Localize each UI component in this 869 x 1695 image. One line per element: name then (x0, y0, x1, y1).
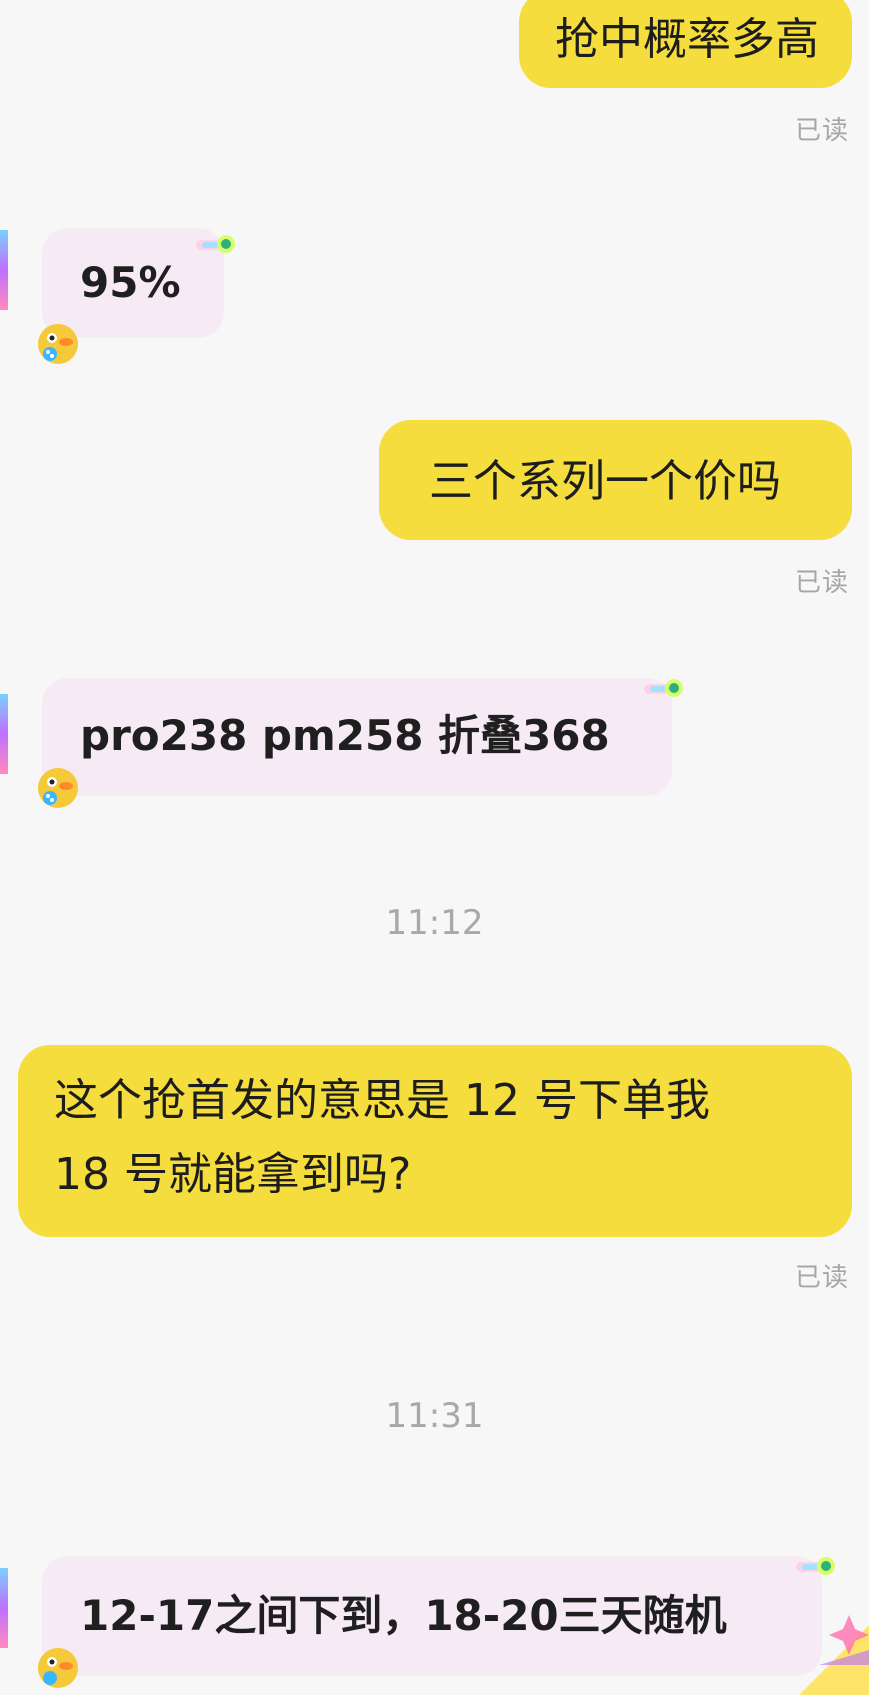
message-text: 三个系列一个价吗 (429, 456, 781, 507)
mascot-avatar-icon (38, 1648, 78, 1688)
incoming-message[interactable]: pro238 pm258 折叠368 (42, 678, 672, 796)
outgoing-message[interactable]: 这个抢首发的意思是 12 号下单我 18 号就能拿到吗? (18, 1045, 852, 1237)
read-receipt: 已读 (794, 116, 849, 146)
read-receipt: 已读 (794, 568, 849, 598)
outgoing-message[interactable]: 三个系列一个价吗 (379, 420, 852, 540)
read-receipt: 已读 (794, 1263, 849, 1293)
timestamp: 11:12 (385, 903, 484, 943)
message-text-line-1: 这个抢首发的意思是 12 号下单我 (54, 1075, 710, 1126)
bubble-badge-icon (196, 235, 235, 253)
mascot-avatar-icon (38, 768, 78, 808)
mascot-avatar-icon (38, 324, 78, 364)
outgoing-message[interactable]: 抢中概率多高 (519, 0, 852, 88)
bubble-badge-icon (644, 679, 683, 697)
message-text: pro238 pm258 折叠368 (80, 711, 610, 760)
message-text: 抢中概率多高 (555, 14, 819, 65)
chat-view: 抢中概率多高 已读 95% 三个系列一个价吗 已读 pro238 pm258 折… (0, 0, 869, 1695)
message-text: 95% (80, 258, 181, 307)
message-text-line-2: 18 号就能拿到吗? (54, 1149, 412, 1200)
avatar-edge-decoration (0, 230, 8, 310)
avatar-edge-decoration (0, 1568, 8, 1648)
timestamp: 11:31 (385, 1396, 484, 1436)
avatar-edge-decoration (0, 694, 8, 774)
sparkle-decoration-icon (799, 1615, 869, 1695)
incoming-message[interactable]: 12-17之间下到，18-20三天随机 (42, 1556, 822, 1676)
message-text: 12-17之间下到，18-20三天随机 (80, 1591, 727, 1640)
